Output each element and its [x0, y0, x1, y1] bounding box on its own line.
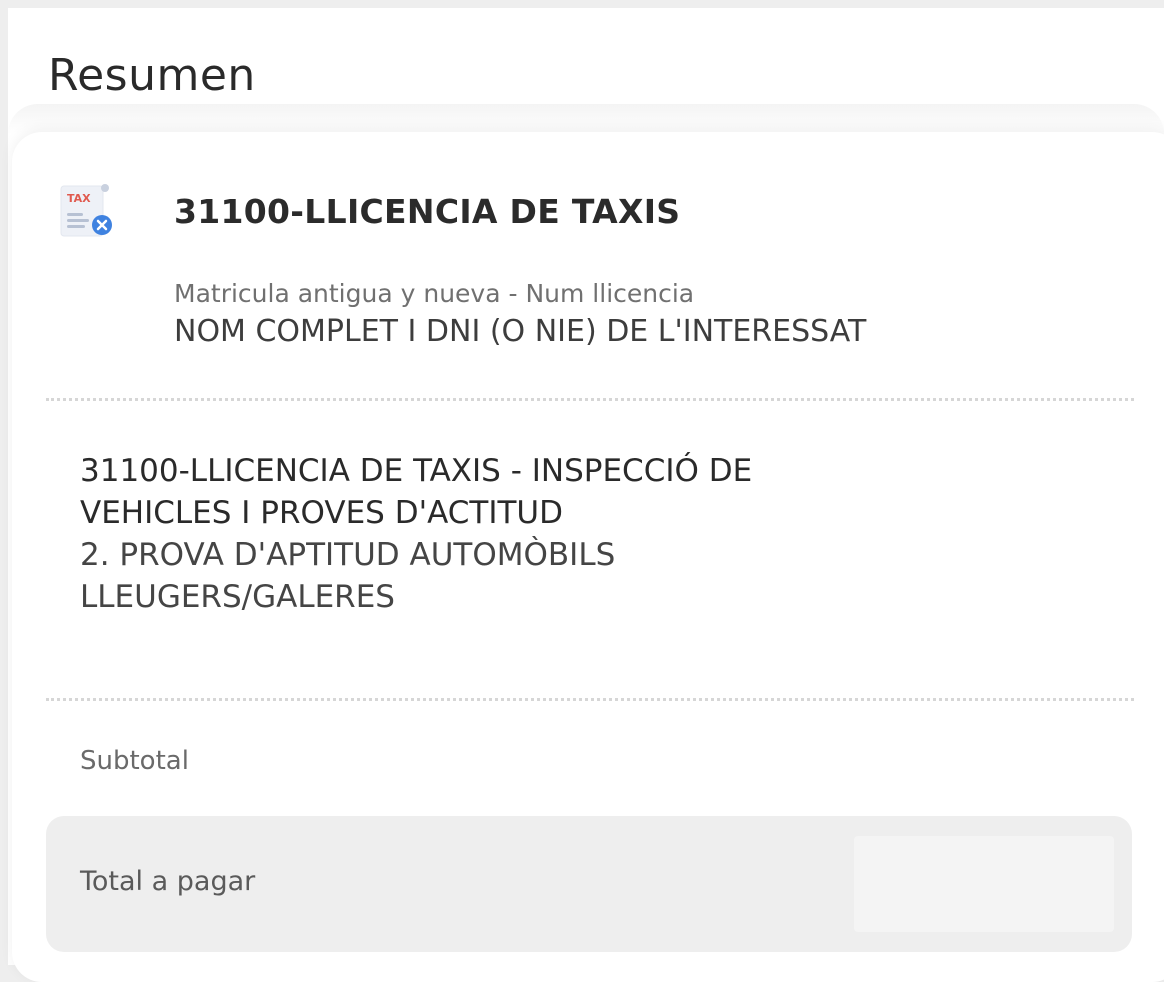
svg-text:TAX: TAX	[67, 192, 91, 205]
total-to-pay-box: Total a pagar	[46, 816, 1132, 952]
tax-document-icon: TAX	[58, 180, 116, 244]
page-title: Resumen	[48, 50, 256, 101]
header-divider	[8, 104, 1164, 134]
item-person: NOM COMPLET I DNI (O NIE) DE L'INTERESSA…	[174, 314, 867, 349]
total-label: Total a pagar	[80, 866, 256, 897]
subtotal-label: Subtotal	[80, 746, 189, 776]
item-subtitle: Matricula antigua y nueva - Num llicenci…	[174, 279, 695, 308]
total-amount-placeholder	[854, 836, 1114, 932]
summary-page: Resumen TAX 31100-LLICENCIA DE TAXIS Mat…	[8, 8, 1164, 982]
concept-description: 31100-LLICENCIA DE TAXIS - INSPECCIÓ DE …	[80, 450, 780, 618]
dotted-divider	[46, 698, 1134, 701]
dotted-divider	[46, 398, 1134, 401]
concept-detail: 2. PROVA D'APTITUD AUTOMÒBILS LLEUGERS/G…	[80, 537, 616, 615]
item-title: 31100-LLICENCIA DE TAXIS	[174, 192, 681, 231]
summary-card: TAX 31100-LLICENCIA DE TAXIS Matricula a…	[12, 132, 1164, 982]
concept-name: 31100-LLICENCIA DE TAXIS - INSPECCIÓ DE …	[80, 453, 753, 531]
